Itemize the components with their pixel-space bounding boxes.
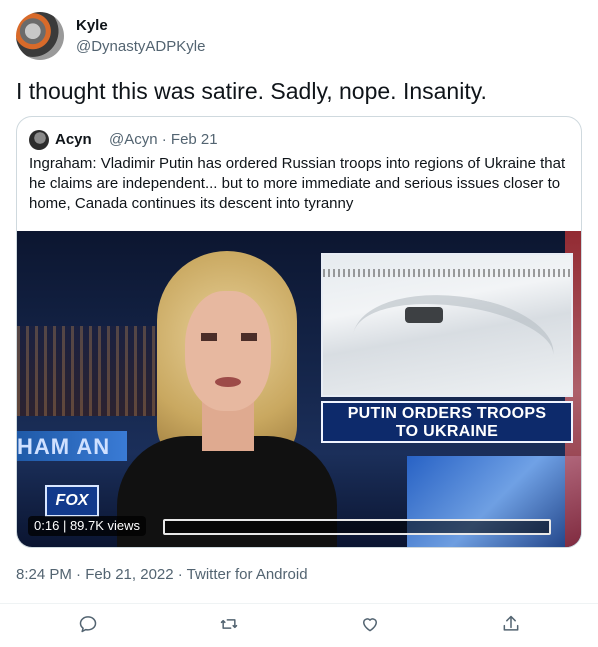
video-time-badge: 0:16 | 89.7K views [28,516,147,536]
news-lower-third: PUTIN ORDERS TROOPS TO UKRAINE [321,401,573,443]
tweet-actions-bar [0,603,598,643]
quoted-author-name[interactable]: Acyn [55,131,92,148]
lower-third-line-1: PUTIN ORDERS TROOPS [347,405,547,422]
video-inset-image [321,253,573,397]
anchor-mouth [215,377,241,387]
heart-icon[interactable] [360,614,380,634]
reply-icon[interactable] [78,614,98,634]
quoted-tweet-date[interactable]: Feb 21 [171,131,218,148]
inset-track [344,275,562,395]
video-badge-separator: | [62,518,70,533]
meta-separator: · [161,131,171,148]
tweet-timestamp[interactable]: 8:24 PM · Feb 21, 2022 · Twitter for And… [16,566,308,583]
inset-tank [405,307,443,323]
quoted-author-meta: @Acyn · Feb 21 [109,131,218,148]
quoted-tweet-text: Ingraham: Vladimir Putin has ordered Rus… [29,155,566,212]
video-progress-bar[interactable] [163,519,551,535]
share-icon[interactable] [501,614,521,634]
inset-tree-line [323,269,571,277]
anchor-eyes [201,333,257,341]
quoted-tweet-card[interactable]: Acyn @Acyn · Feb 21 Ingraham: Vladimir P… [16,116,582,548]
tweet-text: I thought this was satire. Sadly, nope. … [16,78,487,104]
anchor-face [185,291,271,411]
quoted-author-handle[interactable]: @Acyn [109,131,158,148]
author-handle[interactable]: @DynastyADPKyle [76,38,205,55]
quoted-author-avatar[interactable] [29,130,49,150]
author-avatar[interactable] [16,12,64,60]
channel-logo: FOX [45,485,99,517]
video-player[interactable]: HAM AN PUTIN ORDERS TROOPS TO UKRAINE FO… [17,231,581,547]
retweet-icon[interactable] [219,614,239,634]
video-views: 89.7K views [69,518,141,533]
video-background-text: HAM AN [17,434,111,459]
lower-third-line-2: TO UKRAINE [395,423,499,440]
video-elapsed: 0:16 [34,518,60,533]
author-name[interactable]: Kyle [76,17,108,34]
